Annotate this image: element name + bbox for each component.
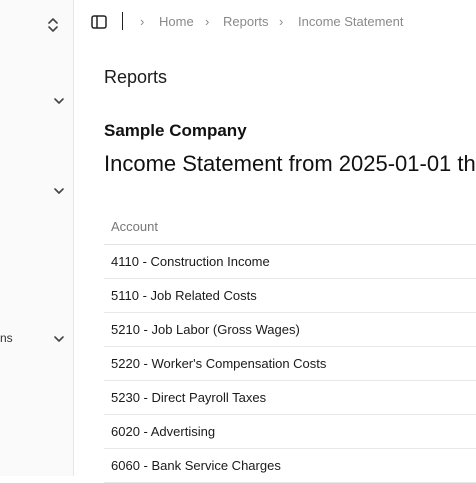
chevron-down-icon[interactable] — [53, 332, 65, 344]
company-name: Sample Company — [104, 121, 247, 140]
column-header-account[interactable]: Account — [104, 210, 476, 245]
breadcrumb-home[interactable]: Home — [159, 14, 194, 29]
chevron-down-icon[interactable] — [53, 184, 65, 196]
chevron-right-icon: › — [205, 14, 210, 29]
chevron-right-icon: › — [140, 14, 145, 29]
table-row[interactable]: 5220 - Worker's Compensation Costs — [104, 347, 476, 381]
table-row[interactable]: 5230 - Direct Payroll Taxes — [104, 381, 476, 415]
table-row[interactable]: 5210 - Job Labor (Gross Wages) — [104, 313, 476, 347]
chevron-down-icon[interactable] — [53, 94, 65, 106]
sidebar-toggle-icon[interactable] — [91, 15, 107, 29]
breadcrumb-reports[interactable]: Reports — [223, 14, 269, 29]
chevrons-up-down-icon[interactable] — [46, 16, 60, 34]
chevron-right-icon: › — [279, 14, 284, 29]
table-row[interactable]: 5110 - Job Related Costs — [104, 279, 476, 313]
breadcrumb-income-statement: Income Statement — [298, 14, 404, 29]
table-row[interactable]: 6020 - Advertising — [104, 415, 476, 449]
sidebar-item-label[interactable]: ns — [0, 331, 13, 345]
income-statement-table: Account 4110 - Construction Income 5110 … — [104, 210, 476, 483]
separator — [122, 12, 123, 30]
table-row[interactable]: 6060 - Bank Service Charges — [104, 449, 476, 483]
report-title: Income Statement from 2025-01-01 thr — [104, 151, 476, 176]
top-bar — [75, 0, 476, 44]
table-row[interactable]: 4110 - Construction Income — [104, 245, 476, 279]
page-title: Reports — [104, 67, 168, 87]
sidebar: ns — [0, 0, 74, 476]
